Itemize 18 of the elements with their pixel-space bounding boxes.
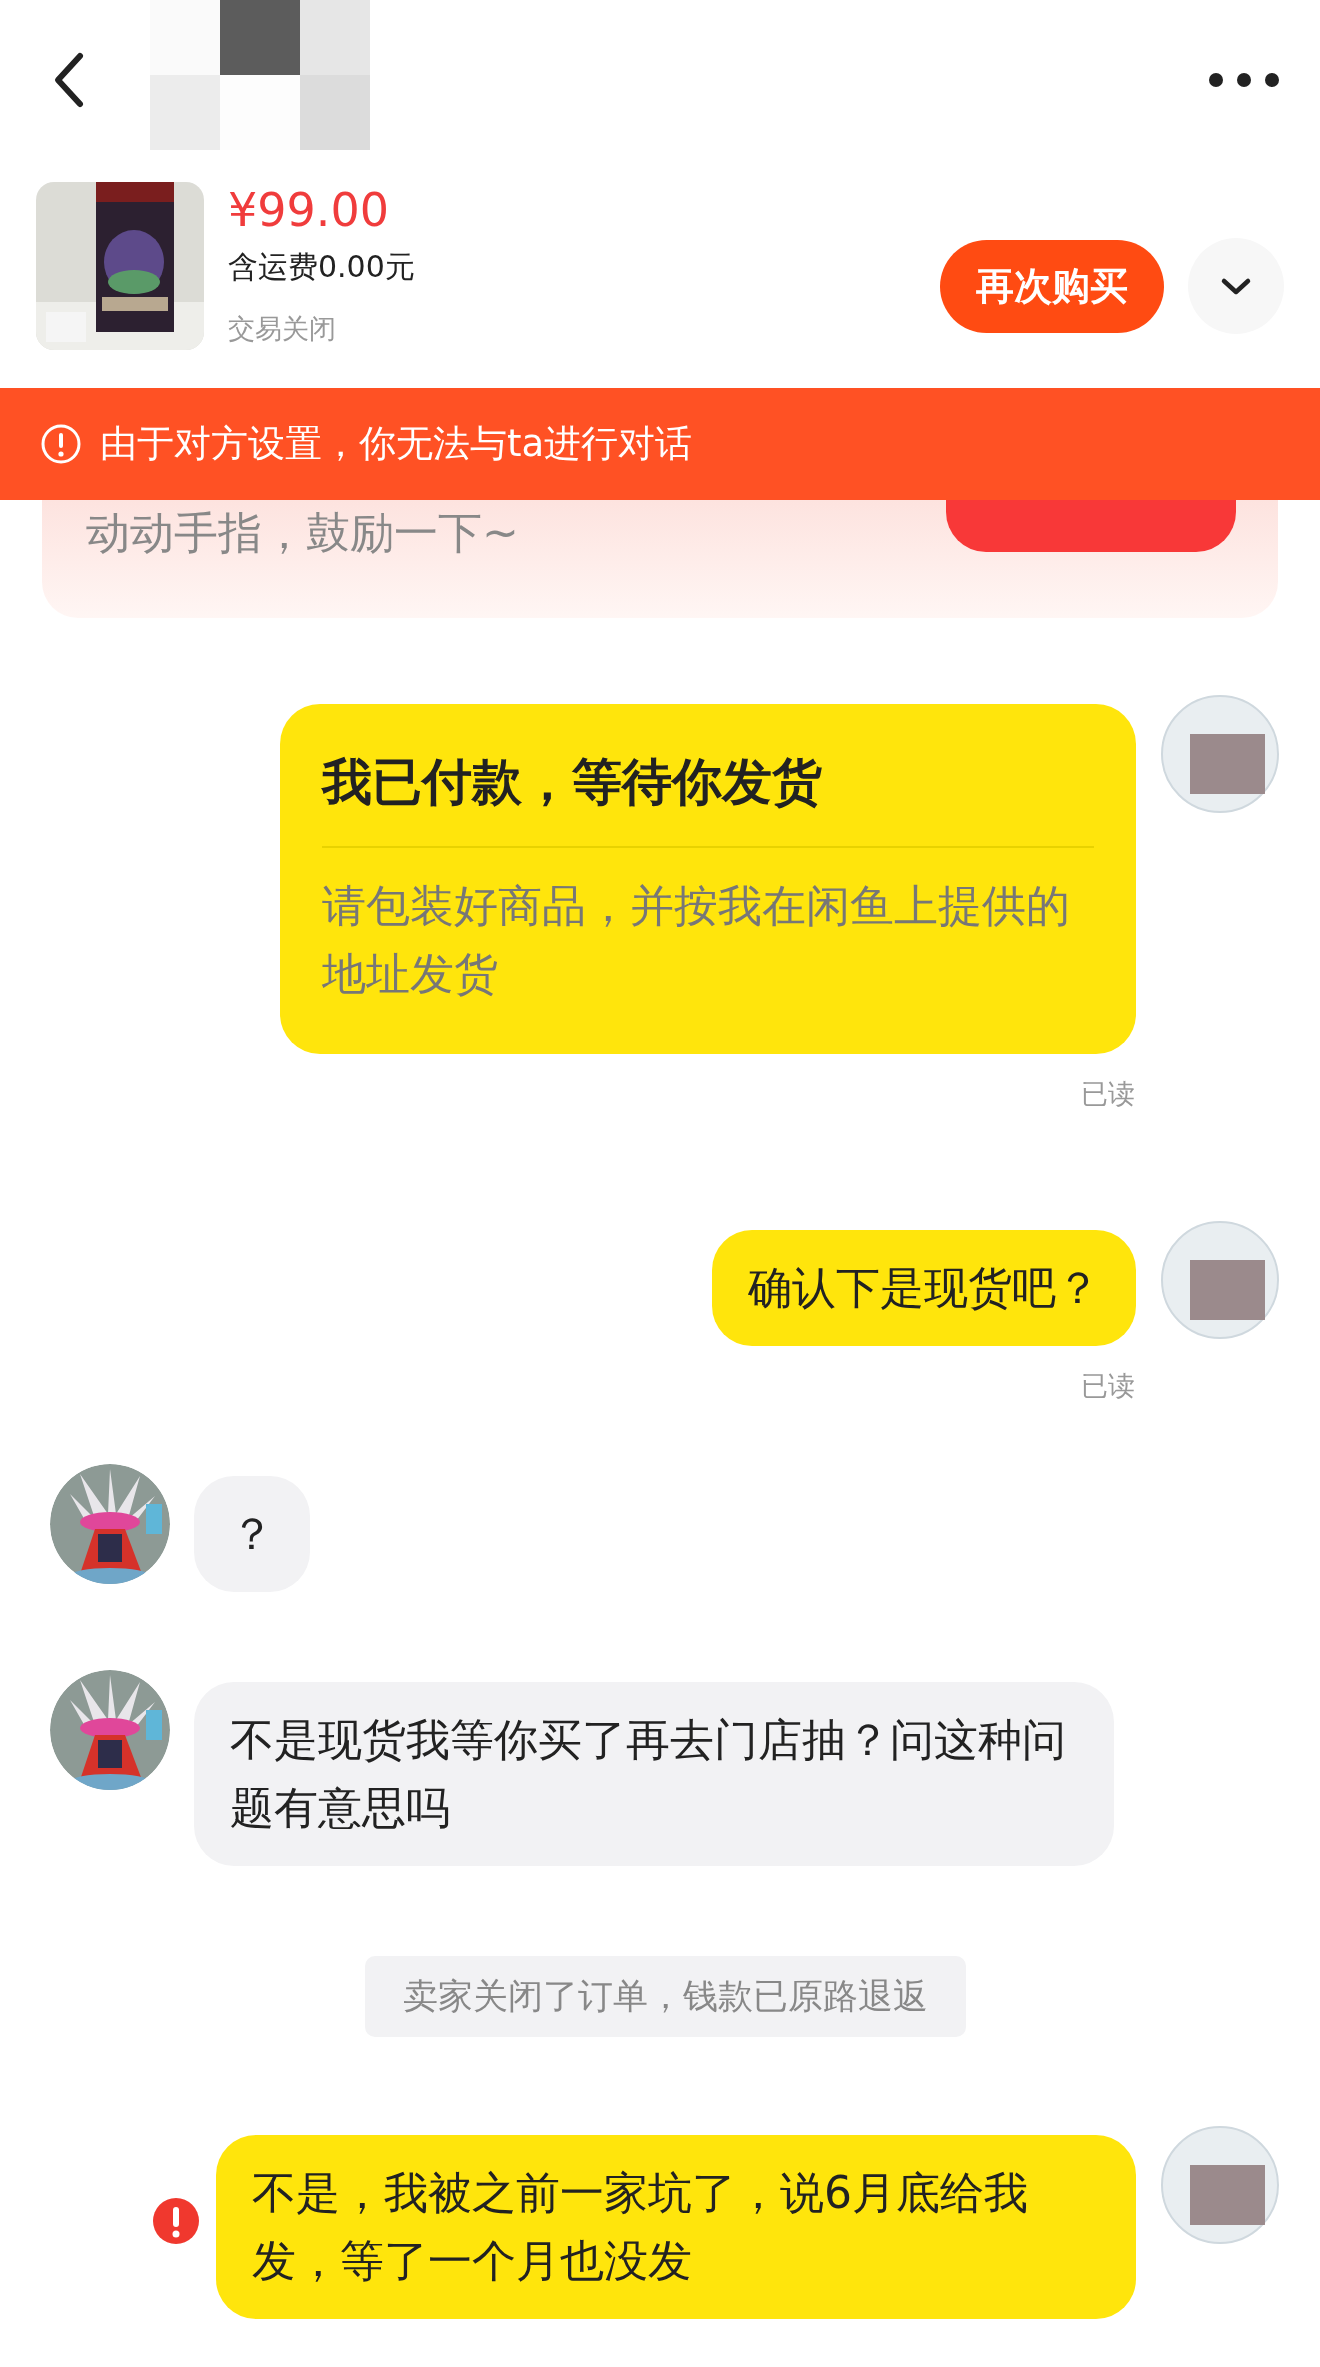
card-body-text: 请包装好商品，并按我在闲鱼上提供的地址发货 [322,879,1071,1001]
price-text: ¥99.00 [228,182,390,238]
encourage-text: 动动手指，鼓励一下~ [86,506,519,560]
read-receipt: 已读 [1080,1368,1135,1403]
message-bubble: 确认下是现货吧？ [712,1229,1136,1346]
banner-text: 由于对方设置，你无法与ta进行对话 [100,421,693,468]
status-text: 交易关闭 [228,312,337,346]
system-notice: 卖家关闭了订单，钱款已原路退返 [364,1956,966,2037]
shipping-text: 含运费0.00元 [228,248,416,286]
gift-button[interactable] [946,500,1236,552]
warning-icon [40,423,82,465]
more-icon[interactable] [1208,72,1280,88]
card-title: 我已付款，等待你发货 [322,748,1094,848]
buy-again-button[interactable]: 再次购买 [940,239,1164,333]
read-receipt: 已读 [1080,1077,1135,1111]
message-bubble: 不是现货我等你买了再去门店抽？问这种问题有意思吗 [194,1682,1114,1866]
message-bubble: 不是，我被之前一家坑了，说6月底给我发，等了一个月也没发 [216,2134,1136,2319]
message-bubble: ？ [194,1476,310,1592]
